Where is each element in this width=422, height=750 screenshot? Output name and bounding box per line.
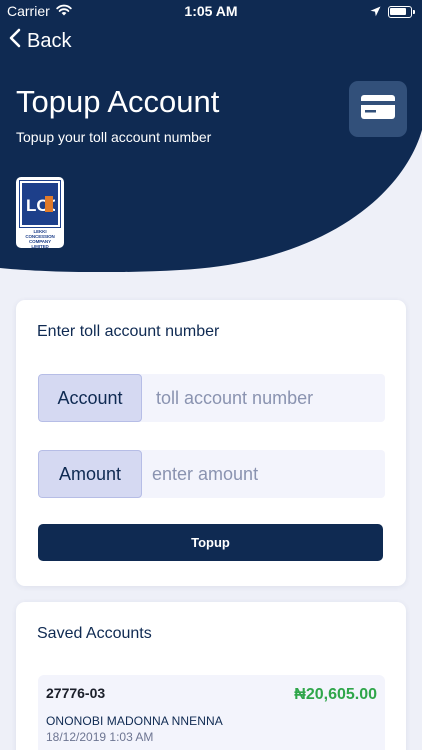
page-subtitle: Topup your toll account number xyxy=(16,129,212,145)
form-title: Enter toll account number xyxy=(37,323,220,340)
saved-accounts-title: Saved Accounts xyxy=(37,625,152,642)
saved-account-number: 27776-03 xyxy=(46,685,106,701)
status-bar: Carrier 1:05 AM xyxy=(0,0,422,22)
company-logo: LCC LEKKI CONCESSION COMPANY LIMITED xyxy=(16,177,64,249)
page-title: Topup Account xyxy=(16,84,220,119)
battery-level xyxy=(390,8,406,15)
saved-account-balance: ₦20,605.00 xyxy=(294,686,377,703)
logo-mark: LCC xyxy=(19,180,61,228)
topup-button[interactable]: Topup xyxy=(38,524,383,561)
saved-accounts-card: Saved Accounts 27776-03 ₦20,605.00 ONONO… xyxy=(16,602,406,750)
card-icon-button xyxy=(349,81,407,137)
amount-label: Amount xyxy=(38,450,142,498)
battery-icon xyxy=(388,6,415,18)
location-arrow-icon xyxy=(370,4,381,20)
account-input[interactable] xyxy=(156,374,385,422)
account-label: Account xyxy=(38,374,142,422)
carrier-label: Carrier xyxy=(7,3,50,19)
back-label: Back xyxy=(27,29,72,52)
chevron-left-icon xyxy=(9,28,21,54)
wifi-icon xyxy=(56,3,72,19)
saved-account-item[interactable]: 27776-03 ₦20,605.00 ONONOBI MADONNA NNEN… xyxy=(38,675,385,750)
amount-input[interactable] xyxy=(152,450,385,498)
credit-card-icon xyxy=(361,94,395,124)
account-field: Account xyxy=(38,374,385,422)
topup-form-card: Enter toll account number Account Amount… xyxy=(16,300,406,586)
logo-caption: LEKKI CONCESSION COMPANY LIMITED xyxy=(25,229,55,249)
amount-field: Amount xyxy=(38,450,385,498)
saved-account-name: ONONOBI MADONNA NNENNA xyxy=(46,714,223,728)
back-button[interactable]: Back xyxy=(9,28,71,54)
saved-account-date: 18/12/2019 1:03 AM xyxy=(46,730,154,744)
